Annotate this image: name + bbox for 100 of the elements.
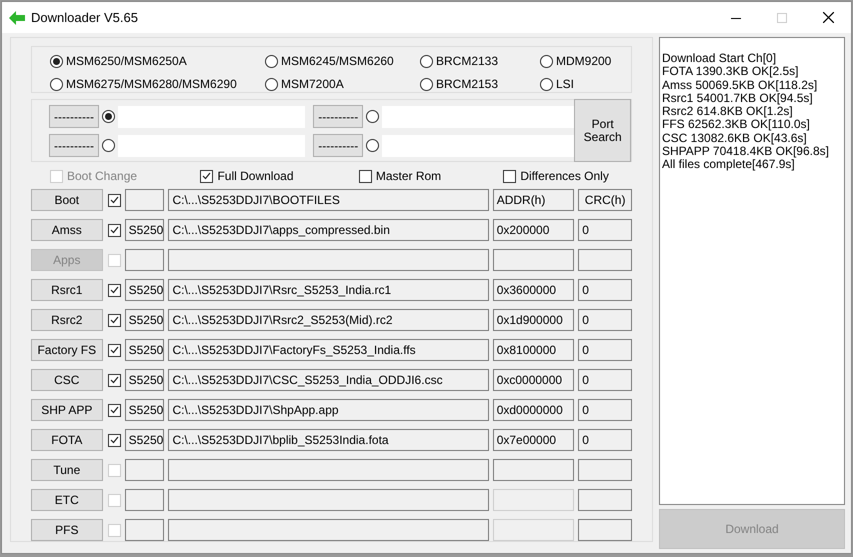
- file-button[interactable]: PFS: [31, 519, 103, 541]
- address-field[interactable]: 0x3600000: [492, 279, 574, 301]
- radio-button[interactable]: [265, 54, 278, 68]
- file-button[interactable]: Rsrc1: [31, 279, 103, 301]
- port-button[interactable]: ----------: [313, 105, 364, 128]
- crc-field[interactable]: 0: [578, 309, 632, 331]
- radio-label[interactable]: BRCM2133: [436, 52, 498, 70]
- checkmark-icon: [202, 172, 212, 180]
- file-checkbox[interactable]: [108, 284, 121, 296]
- file-button[interactable]: Tune: [31, 459, 103, 481]
- close-icon[interactable]: [822, 12, 834, 23]
- path-field[interactable]: [168, 489, 489, 511]
- radio-button[interactable]: [50, 54, 63, 68]
- radio-button[interactable]: [420, 78, 433, 90]
- file-checkbox[interactable]: [108, 434, 121, 446]
- radio-button[interactable]: [265, 78, 278, 90]
- port-button[interactable]: ----------: [313, 134, 364, 157]
- radio-button[interactable]: [540, 54, 553, 68]
- radio-label[interactable]: BRCM2153: [436, 75, 498, 93]
- checkbox[interactable]: [503, 170, 516, 182]
- address-field[interactable]: 0xc0000000: [492, 369, 574, 391]
- checkbox-label[interactable]: Full Download: [217, 167, 294, 185]
- file-checkbox[interactable]: [108, 344, 121, 356]
- path-field[interactable]: C:\...\S5253DDJI7\FactoryFs_S5253_India.ffs: [168, 339, 489, 361]
- model-field[interactable]: S5250: [124, 219, 164, 241]
- port-radio[interactable]: [366, 139, 380, 152]
- model-field[interactable]: [124, 459, 164, 481]
- crc-field[interactable]: 0: [578, 279, 632, 301]
- file-button[interactable]: Amss: [31, 219, 103, 241]
- file-button[interactable]: CSC: [31, 369, 103, 391]
- file-button[interactable]: FOTA: [31, 429, 103, 451]
- model-field[interactable]: S5250: [124, 339, 164, 361]
- radio-label[interactable]: LSI: [556, 75, 574, 93]
- path-field[interactable]: C:\...\S5253DDJI7\apps_compressed.bin: [168, 219, 489, 241]
- address-field[interactable]: 0x1d900000: [492, 309, 574, 331]
- crc-field[interactable]: 0: [578, 369, 632, 391]
- address-field[interactable]: [492, 249, 574, 271]
- port-button[interactable]: ----------: [49, 105, 99, 128]
- path-field[interactable]: [168, 249, 489, 271]
- port-search-button[interactable]: Port Search: [574, 99, 631, 162]
- radio-label[interactable]: MSM6275/MSM6280/MSM6290: [66, 75, 237, 93]
- checkbox-label[interactable]: Differences Only: [520, 167, 609, 185]
- path-field[interactable]: C:\...\S5253DDJI7\ShpApp.app: [168, 399, 489, 421]
- model-field[interactable]: [124, 519, 164, 541]
- port-button[interactable]: ----------: [49, 134, 99, 157]
- log-line: FFS 62562.3KB OK[110.0s]: [662, 118, 811, 132]
- radio-label[interactable]: MDM9200: [556, 52, 612, 70]
- crc-field[interactable]: [578, 489, 632, 511]
- checkbox-label[interactable]: Master Rom: [376, 167, 442, 185]
- model-field[interactable]: [124, 489, 164, 511]
- file-checkbox[interactable]: [108, 224, 121, 236]
- path-field[interactable]: [168, 519, 489, 541]
- log-line: Amss 50069.5KB OK[118.2s]: [662, 78, 818, 92]
- path-field[interactable]: C:\...\S5253DDJI7\BOOTFILES: [168, 189, 489, 211]
- crc-field[interactable]: [578, 519, 632, 541]
- crc-field[interactable]: 0: [578, 429, 632, 451]
- crc-field[interactable]: [578, 459, 632, 481]
- port-radio[interactable]: [366, 110, 380, 123]
- radio-label[interactable]: MSM6250/MSM6250A: [66, 52, 187, 70]
- path-field[interactable]: [168, 459, 489, 481]
- radio-button[interactable]: [420, 54, 433, 68]
- crc-field[interactable]: 0: [578, 339, 632, 361]
- model-field[interactable]: S5250: [124, 279, 164, 301]
- file-checkbox[interactable]: [108, 194, 121, 206]
- radio-label[interactable]: MSM7200A: [281, 75, 344, 93]
- address-field[interactable]: 0x7e00000: [492, 429, 574, 451]
- file-checkbox[interactable]: [108, 374, 121, 386]
- radio-button[interactable]: [50, 78, 63, 90]
- checkbox[interactable]: [358, 170, 372, 182]
- port-radio[interactable]: [102, 139, 115, 152]
- file-button[interactable]: Rsrc2: [31, 309, 103, 331]
- address-field[interactable]: 0x200000: [492, 219, 574, 241]
- crc-field[interactable]: [578, 249, 632, 271]
- path-field[interactable]: C:\...\S5253DDJI7\Rsrc_S5253_India.rc1: [168, 279, 489, 301]
- file-button[interactable]: SHP APP: [31, 399, 103, 421]
- model-field[interactable]: S5250: [124, 369, 164, 391]
- address-field[interactable]: 0xd0000000: [492, 399, 574, 421]
- path-field[interactable]: C:\...\S5253DDJI7\CSC_S5253_India_ODDJI6.csc: [168, 369, 489, 391]
- crc-field[interactable]: 0: [578, 219, 632, 241]
- model-field[interactable]: [124, 189, 164, 211]
- model-field[interactable]: S5250: [124, 399, 164, 421]
- port-field[interactable]: [382, 106, 576, 128]
- file-button[interactable]: ETC: [31, 489, 103, 511]
- model-field[interactable]: S5250: [124, 309, 164, 331]
- radio-button[interactable]: [540, 78, 553, 90]
- file-checkbox[interactable]: [108, 314, 121, 326]
- crc-field[interactable]: 0: [578, 399, 632, 421]
- path-field[interactable]: C:\...\S5253DDJI7\bplib_S5253India.fota: [168, 429, 489, 451]
- radio-label[interactable]: MSM6245/MSM6260: [281, 52, 394, 70]
- port-field[interactable]: [382, 134, 576, 156]
- path-field[interactable]: C:\...\S5253DDJI7\Rsrc2_S5253(Mid).rc2: [168, 309, 489, 331]
- file-button[interactable]: Factory FS: [31, 339, 103, 361]
- checkbox[interactable]: [200, 170, 214, 182]
- model-field[interactable]: S5250: [124, 429, 164, 451]
- address-field[interactable]: 0x8100000: [492, 339, 574, 361]
- file-checkbox[interactable]: [108, 404, 121, 416]
- file-button[interactable]: Boot: [31, 189, 103, 211]
- model-field[interactable]: [124, 249, 164, 271]
- port-radio[interactable]: [102, 110, 115, 123]
- address-field[interactable]: [492, 459, 574, 481]
